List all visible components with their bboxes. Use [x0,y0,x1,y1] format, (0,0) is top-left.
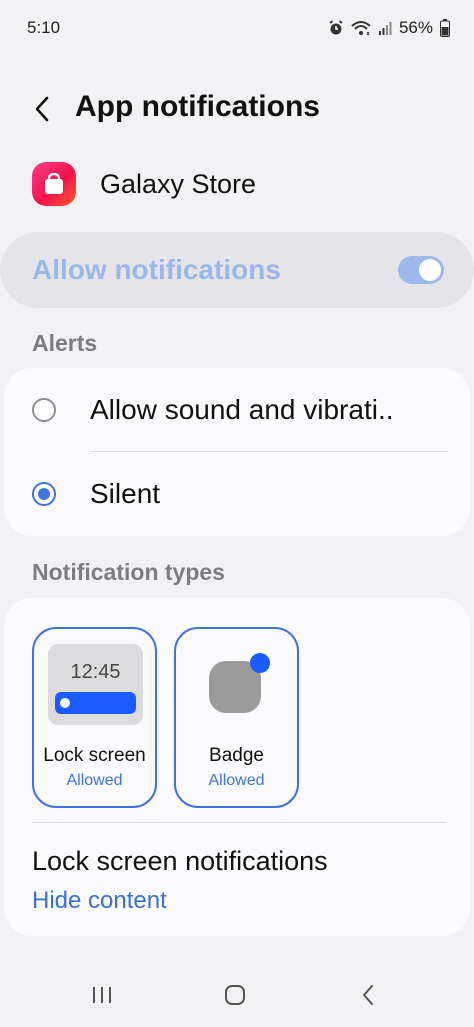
signal-icon [378,22,392,35]
recents-button[interactable] [82,978,122,1012]
alerts-card: Allow sound and vibrati.. Silent [4,368,470,536]
home-button[interactable] [215,978,255,1012]
app-info: Galaxy Store [32,160,256,208]
tile-status: Allowed [208,772,265,789]
divider [32,822,446,823]
status-time: 5:10 [27,18,61,37]
recents-icon [93,987,111,1003]
preview-time: 12:45 [70,661,121,683]
radio-sound[interactable] [32,398,56,422]
alert-option-silent[interactable]: Silent [4,452,470,536]
status-bar: 5:10 56% [0,0,474,56]
app-name: Galaxy Store [100,168,257,199]
tile-status: Allowed [66,772,123,789]
back-icon [363,985,373,1005]
lock-screen-notifications-value: Hide content [32,887,167,914]
lock-screen-preview: 12:45 [48,644,143,725]
alert-option-label: Silent [90,478,161,509]
allow-notifications-toggle[interactable] [398,256,444,284]
preview-notification-bar [55,692,136,714]
lock-screen-notifications-title: Lock screen notifications [32,846,328,876]
galaxy-store-icon [32,162,76,206]
back-arrow-icon [35,96,49,122]
alarm-icon [329,20,343,35]
tile-label: Lock screen [43,745,146,766]
alerts-header: Alerts [32,330,98,356]
radio-silent[interactable] [32,482,56,506]
app-bar: App notifications [0,82,474,136]
notification-types-header: Notification types [32,559,225,585]
battery-percent: 56% [398,18,433,37]
home-icon [225,985,245,1005]
page-title: App notifications [75,90,320,123]
battery-icon [440,19,450,37]
allow-notifications-row[interactable]: Allow notifications [0,232,474,308]
badge-dot-icon [250,653,270,673]
nav-back-button[interactable] [348,978,388,1012]
lock-screen-tile[interactable]: 12:45 Lock screen Allowed [32,627,157,808]
alert-option-sound[interactable]: Allow sound and vibrati.. [4,368,470,452]
allow-notifications-label: Allow notifications [32,254,281,285]
badge-tile[interactable]: Badge Allowed [174,627,299,808]
alert-option-label: Allow sound and vibrati.. [90,394,394,425]
status-icons: 56% [328,18,450,38]
tile-label: Badge [209,745,264,766]
toggle-knob [419,259,441,281]
notification-types-card: 12:45 Lock screen Allowed Badge Allowed … [4,598,470,936]
back-button[interactable] [28,92,56,126]
preview-dot [60,698,70,708]
navigation-bar [0,960,474,1027]
wifi-icon [351,21,371,36]
